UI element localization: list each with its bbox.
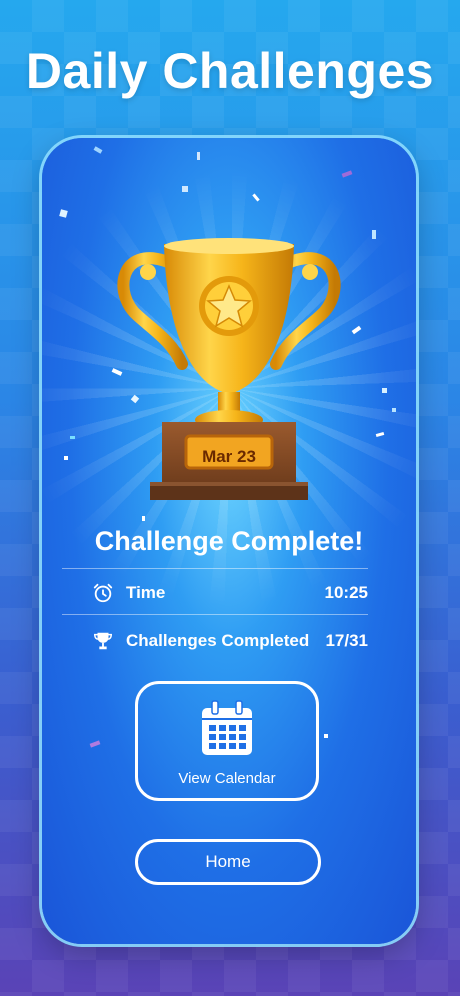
view-calendar-label: View Calendar — [178, 770, 276, 787]
view-calendar-button[interactable]: View Calendar — [135, 681, 319, 801]
confetti — [324, 734, 328, 738]
confetti — [372, 230, 376, 239]
challenges-value: 17/31 — [325, 631, 368, 650]
phone-screen: Mar 23 Challenge Complete! Time 10:25 Ch… — [42, 138, 416, 944]
challenges-row: Challenges Completed 17/31 — [92, 626, 368, 656]
time-label: Time — [126, 583, 166, 602]
divider — [62, 614, 368, 615]
challenges-label: Challenges Completed — [126, 631, 310, 650]
home-button[interactable]: Home — [135, 839, 321, 885]
calendar-icon — [202, 700, 252, 755]
alarm-clock-icon — [93, 583, 113, 603]
challenge-complete-title: Challenge Complete! — [94, 526, 364, 556]
confetti — [64, 456, 68, 460]
divider — [62, 568, 368, 569]
confetti — [392, 408, 396, 412]
time-row: Time 10:25 — [92, 578, 368, 608]
trophy-icon — [94, 632, 112, 650]
confetti — [142, 516, 145, 521]
time-value: 10:25 — [324, 583, 368, 602]
confetti — [382, 388, 387, 393]
confetti — [182, 186, 188, 192]
trophy-date-plaque: Mar 23 — [202, 447, 256, 466]
page-headline: Daily Challenges — [25, 43, 435, 99]
confetti — [70, 436, 75, 439]
confetti — [89, 740, 101, 748]
confetti — [197, 152, 200, 160]
